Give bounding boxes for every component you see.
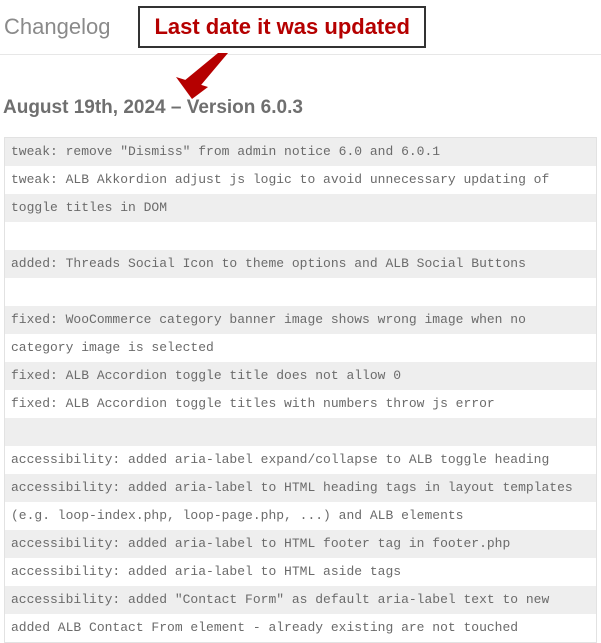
log-line: added: Threads Social Icon to theme opti… bbox=[5, 250, 596, 278]
log-line: fixed: WooCommerce category banner image… bbox=[5, 306, 596, 334]
log-line: toggle titles in DOM bbox=[5, 194, 596, 222]
header-row: Changelog Last date it was updated bbox=[0, 0, 601, 55]
log-line: category image is selected bbox=[5, 334, 596, 362]
log-line bbox=[5, 418, 596, 446]
log-line: accessibility: added aria-label to HTML … bbox=[5, 530, 596, 558]
log-line: accessibility: added aria-label expand/c… bbox=[5, 446, 596, 474]
log-line: added ALB Contact From element - already… bbox=[5, 614, 596, 642]
log-line: fixed: ALB Accordion toggle title does n… bbox=[5, 362, 596, 390]
log-line: accessibility: added "Contact Form" as d… bbox=[5, 586, 596, 614]
changelog-box: tweak: remove "Dismiss" from admin notic… bbox=[4, 137, 597, 643]
log-line: tweak: ALB Akkordion adjust js logic to … bbox=[5, 166, 596, 194]
log-line: accessibility: added aria-label to HTML … bbox=[5, 558, 596, 586]
arrow-down-left-icon bbox=[168, 51, 228, 101]
log-line bbox=[5, 222, 596, 250]
log-line: fixed: ALB Accordion toggle titles with … bbox=[5, 390, 596, 418]
log-line bbox=[5, 278, 596, 306]
version-heading: August 19th, 2024 – Version 6.0.3 bbox=[0, 91, 601, 135]
log-line: accessibility: added aria-label to HTML … bbox=[5, 474, 596, 502]
arrow-wrap bbox=[0, 55, 601, 91]
log-line: tweak: remove "Dismiss" from admin notic… bbox=[5, 138, 596, 166]
annotation-callout: Last date it was updated bbox=[138, 6, 426, 48]
page-title: Changelog bbox=[4, 14, 110, 40]
log-line: (e.g. loop-index.php, loop-page.php, ...… bbox=[5, 502, 596, 530]
